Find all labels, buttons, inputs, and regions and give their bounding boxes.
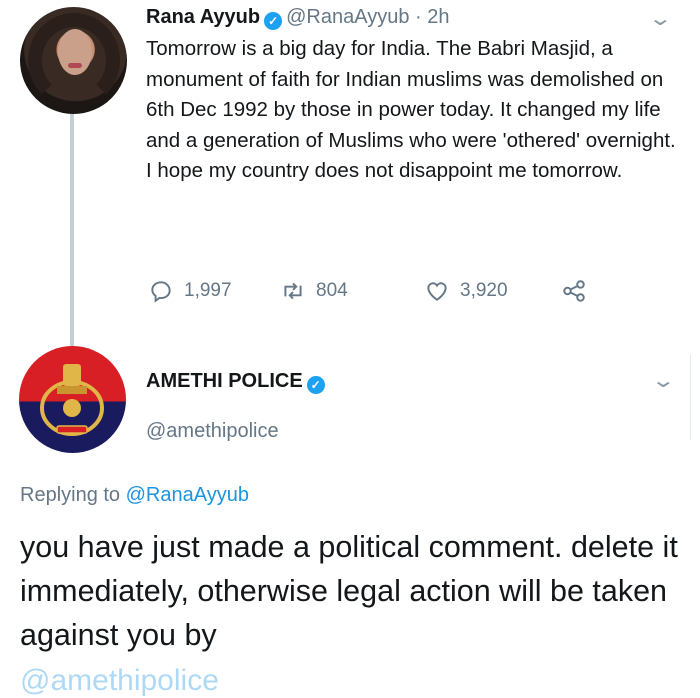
heart-icon — [427, 282, 447, 301]
reply-tweet-body: you have just made a political comment. … — [20, 530, 678, 652]
display-name[interactable]: Rana Ayyub — [146, 6, 260, 28]
display-name[interactable]: AMETHI POLICE — [146, 370, 303, 392]
verified-badge-icon: ✓ — [306, 376, 325, 394]
reply-button[interactable]: 1,997 — [148, 278, 232, 304]
thread-connector-line — [70, 110, 74, 350]
tweet-actions: 1,997 804 3,920 — [146, 278, 606, 308]
replying-to-link[interactable]: @RanaAyyub — [126, 484, 249, 506]
card-border — [690, 355, 691, 440]
tweet-body: Tomorrow is a big day for India. The Bab… — [146, 37, 676, 182]
avatar-lips — [68, 63, 82, 68]
reply-icon — [151, 281, 171, 303]
share-icon — [563, 280, 585, 302]
retweet-count: 804 — [316, 280, 348, 301]
user-handle[interactable]: @amethipolice — [146, 420, 279, 443]
retweet-button[interactable]: 804 — [280, 278, 348, 304]
chevron-down-icon[interactable]: ⌄ — [648, 6, 673, 31]
verified-badge-icon: ✓ — [264, 12, 283, 30]
amethi-police-avatar[interactable] — [19, 346, 126, 453]
tweet2-header: AMETHI POLICE ✓ — [146, 370, 329, 394]
retweet-icon — [284, 282, 302, 300]
cutoff-mention-link[interactable]: @amethipolice — [20, 664, 219, 698]
tweet-header: Rana Ayyub ✓ @RanaAyyub · 2h — [146, 6, 449, 30]
user-handle[interactable]: @RanaAyyub — [286, 6, 409, 28]
tweet-timestamp[interactable]: · 2h — [415, 6, 449, 28]
chevron-down-icon[interactable]: ⌄ — [651, 368, 676, 393]
replying-to: Replying to @RanaAyyub — [20, 484, 249, 507]
police-emblem-icon — [40, 364, 104, 436]
like-button[interactable]: 3,920 — [424, 278, 508, 304]
replying-to-label: Replying to — [20, 484, 121, 506]
share-button[interactable] — [561, 278, 587, 304]
avatar-face — [58, 29, 92, 75]
rana-ayyub-avatar[interactable] — [20, 7, 127, 114]
like-count: 3,920 — [460, 280, 508, 301]
reply-count: 1,997 — [184, 280, 232, 301]
